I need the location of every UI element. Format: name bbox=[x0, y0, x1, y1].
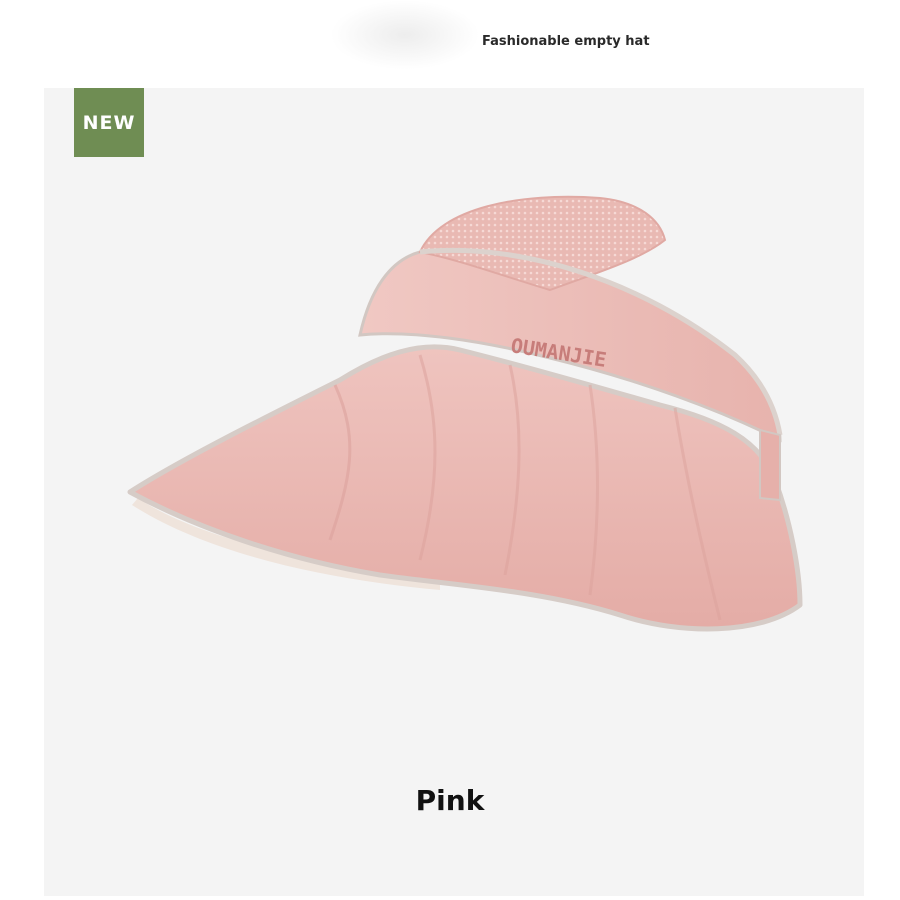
new-badge: NEW bbox=[74, 88, 144, 157]
hat-image: OUMANJIE bbox=[127, 195, 803, 632]
product-title: Fashionable empty hat bbox=[482, 34, 650, 49]
blurred-logo-area bbox=[330, 0, 480, 70]
color-label: Pink bbox=[415, 784, 485, 817]
